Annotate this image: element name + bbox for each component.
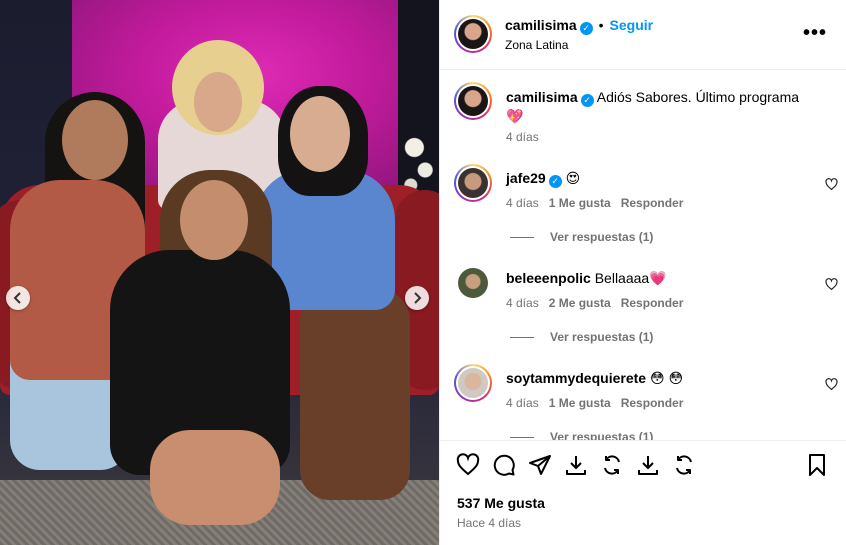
caption-emoji: 💖 (506, 107, 524, 124)
post-header: camilisima ✓ • Seguir Zona Latina ••• (440, 0, 846, 70)
post-actions: 537 Me gusta Hace 4 días (440, 440, 846, 545)
heart-icon[interactable] (456, 453, 480, 477)
comment-username[interactable]: soytammydequierete (506, 370, 646, 386)
comment-meta: 4 días 1 Me gusta Responder (506, 396, 683, 410)
author-username[interactable]: camilisima (505, 17, 577, 33)
comment-icon[interactable] (492, 453, 516, 477)
person-3-legs (150, 430, 280, 525)
comment-body: soytammydequierete 😳 😳 (506, 370, 806, 387)
view-replies-button[interactable]: Ver respuestas (1) (510, 230, 653, 244)
previous-photo-button[interactable] (6, 286, 30, 310)
comment-username[interactable]: jafe29 (506, 170, 546, 186)
caption-username[interactable]: camilisima (506, 89, 578, 105)
separator-dot: • (598, 17, 604, 33)
likes-count[interactable]: 537 Me gusta (457, 495, 545, 511)
verified-badge-icon: ✓ (548, 175, 562, 188)
verified-badge-icon: ✓ (580, 93, 594, 107)
caption-time: 4 días (506, 130, 539, 144)
comment-likes[interactable]: 1 Me gusta (549, 396, 611, 410)
more-options-button[interactable]: ••• (803, 22, 827, 45)
person-3-head (180, 180, 248, 260)
action-icons-row (456, 453, 696, 477)
comment-time: 4 días (506, 396, 539, 410)
verified-badge-icon: ✓ (579, 22, 593, 35)
post-photo[interactable] (0, 0, 439, 545)
comment-meta: 4 días 2 Me gusta Responder (506, 296, 683, 310)
follow-button[interactable]: Seguir (610, 17, 654, 33)
download-icon[interactable] (564, 453, 588, 477)
person-2-head (194, 72, 242, 132)
comment-like-heart-icon[interactable] (825, 278, 838, 291)
comment-time: 4 días (506, 196, 539, 210)
replies-divider (510, 336, 534, 338)
comment-like-heart-icon[interactable] (825, 378, 838, 391)
post-time: Hace 4 días (457, 516, 522, 530)
post-location[interactable]: Zona Latina (505, 38, 568, 52)
person-4-head (290, 96, 350, 172)
reply-button[interactable]: Responder (621, 396, 684, 410)
view-replies-button[interactable]: Ver respuestas (1) (510, 330, 653, 344)
comment-body: beleeenpolic Bellaaaa💗 (506, 270, 806, 287)
comment-text: 😳 😳 (649, 370, 684, 386)
comment-avatar[interactable] (454, 164, 492, 202)
chevron-left-icon (13, 292, 21, 304)
send-icon[interactable] (528, 453, 552, 477)
person-1-head (62, 100, 128, 180)
comment-like-heart-icon[interactable] (825, 178, 838, 191)
comment-text: 😍 (565, 170, 581, 186)
caption-avatar[interactable] (454, 82, 492, 120)
next-photo-button[interactable] (405, 286, 429, 310)
comment-time: 4 días (506, 296, 539, 310)
caption-text-block: camilisima ✓ Adiós Sabores. Último progra… (506, 88, 826, 125)
author-avatar[interactable] (454, 15, 492, 53)
bookmark-icon[interactable] (805, 453, 829, 477)
comment-avatar[interactable] (454, 264, 492, 302)
caption-text: Adiós Sabores. Último programa (596, 89, 800, 105)
chevron-right-icon (414, 292, 422, 304)
reply-button[interactable]: Responder (621, 196, 684, 210)
reply-button[interactable]: Responder (621, 296, 684, 310)
comment-username[interactable]: beleeenpolic (506, 270, 591, 286)
comment-avatar[interactable] (454, 364, 492, 402)
download-icon[interactable] (636, 453, 660, 477)
repost-icon[interactable] (672, 453, 696, 477)
comment-meta: 4 días 1 Me gusta Responder (506, 196, 683, 210)
comment-text: Bellaaaa💗 (594, 270, 667, 286)
replies-divider (510, 436, 534, 438)
view-replies-label: Ver respuestas (1) (550, 230, 654, 244)
comment-likes[interactable]: 2 Me gusta (549, 296, 611, 310)
replies-divider (510, 236, 534, 238)
person-4-legs (300, 290, 410, 500)
repost-icon[interactable] (600, 453, 624, 477)
view-replies-label: Ver respuestas (1) (550, 330, 654, 344)
comment-likes[interactable]: 1 Me gusta (549, 196, 611, 210)
post-side-panel: camilisima ✓ • Seguir Zona Latina ••• camil… (439, 0, 846, 545)
comment-body: jafe29 ✓ 😍 (506, 170, 806, 188)
